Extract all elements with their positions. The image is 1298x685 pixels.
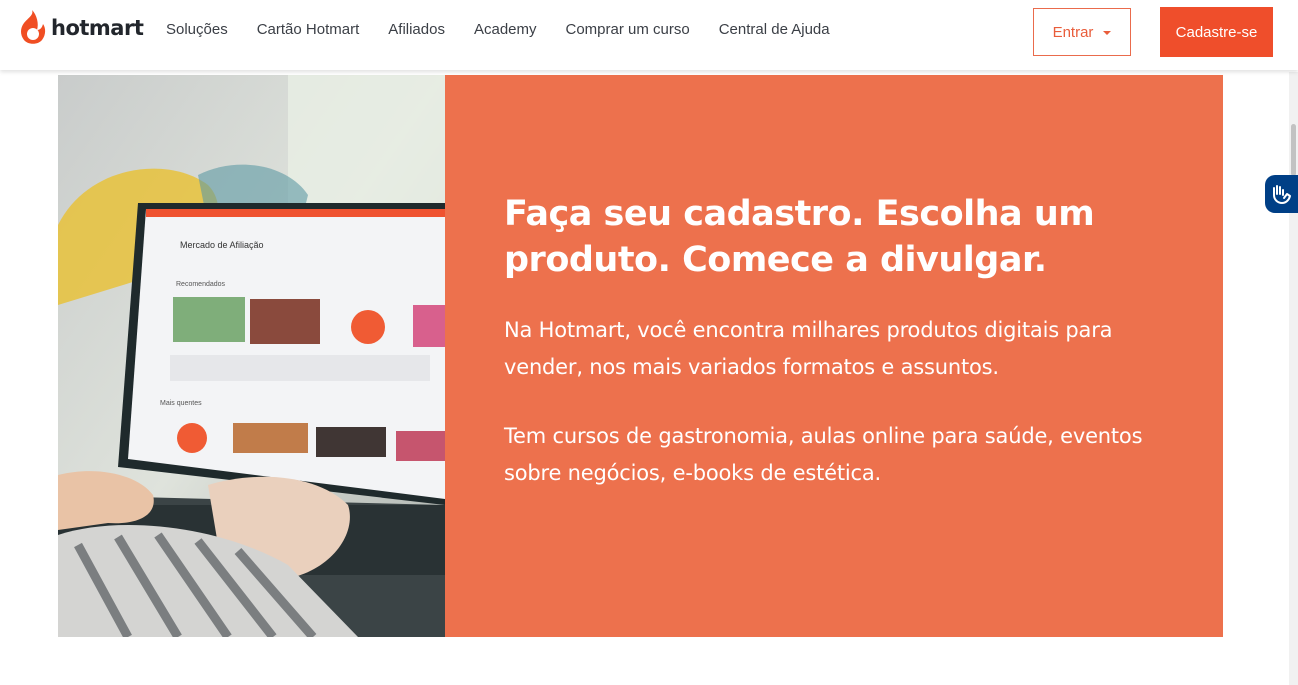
nav-item-central-ajuda[interactable]: Central de Ajuda	[719, 21, 830, 38]
laptop-illustration: Mercado de Afiliação Recomendados Mais q…	[58, 75, 445, 637]
sign-language-icon	[1272, 185, 1291, 204]
caret-down-icon	[1103, 30, 1112, 35]
nav-item-cartao-hotmart[interactable]: Cartão Hotmart	[257, 21, 360, 38]
accessibility-button[interactable]	[1265, 175, 1298, 213]
top-navbar: hotmart Soluções Cartão Hotmart Afiliado…	[0, 0, 1298, 70]
hotmart-flame-icon	[21, 10, 46, 44]
screen-section-recomendados: Recomendados	[176, 281, 226, 288]
hero-panel: Faça seu cadastro. Escolha um produto. C…	[445, 75, 1223, 637]
logo-text: hotmart	[51, 16, 144, 40]
screen-heading: Mercado de Afiliação	[180, 240, 264, 250]
hero-paragraph-1: Na Hotmart, você encontra milhares produ…	[504, 318, 1113, 379]
nav-item-solucoes[interactable]: Soluções	[166, 21, 228, 38]
nav-item-academy[interactable]: Academy	[474, 21, 537, 38]
scrollbar-thumb[interactable]	[1291, 124, 1296, 176]
signup-button[interactable]: Cadastre-se	[1160, 7, 1273, 57]
screen-section-quentes: Mais quentes	[160, 400, 202, 407]
hotmart-logo[interactable]: hotmart	[18, 8, 144, 48]
login-dropdown-button[interactable]: Entrar	[1033, 8, 1131, 56]
signup-label: Cadastre-se	[1175, 23, 1258, 41]
hero-photo-laptop: Mercado de Afiliação Recomendados Mais q…	[58, 75, 445, 637]
hero-title: Faça seu cadastro. Escolha um produto. C…	[504, 194, 1095, 280]
login-label: Entrar	[1052, 23, 1094, 41]
nav-item-afiliados[interactable]: Afiliados	[388, 21, 445, 38]
hero-paragraph-2: Tem cursos de gastronomia, aulas online …	[504, 424, 1143, 485]
main-nav: Soluções Cartão Hotmart Afiliados Academ…	[166, 21, 859, 38]
nav-item-comprar-curso[interactable]: Comprar um curso	[566, 21, 690, 38]
